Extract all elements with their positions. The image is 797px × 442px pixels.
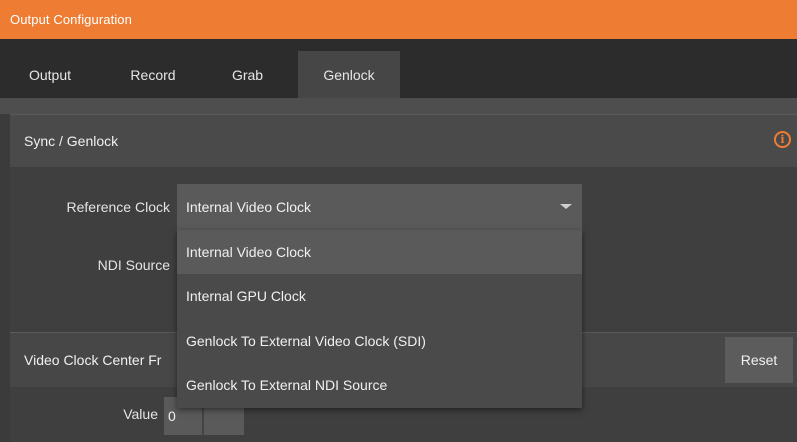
tab-genlock[interactable]: Genlock bbox=[298, 51, 400, 98]
ndi-source-label: NDI Source bbox=[97, 257, 170, 273]
chevron-down-icon bbox=[560, 204, 572, 209]
tab-content-top bbox=[0, 98, 797, 114]
reference-clock-value: Internal Video Clock bbox=[186, 199, 312, 215]
reference-clock-label: Reference Clock bbox=[66, 199, 171, 215]
section-title: Sync / Genlock bbox=[24, 133, 119, 149]
info-icon[interactable]: i bbox=[774, 131, 791, 148]
reference-clock-dropdown: Internal Video Clock Internal GPU Clock … bbox=[177, 230, 582, 408]
sync-genlock-header: Sync / Genlock i bbox=[10, 114, 797, 167]
dropdown-option-internal-gpu-clock[interactable]: Internal GPU Clock bbox=[177, 274, 582, 318]
tab-grab[interactable]: Grab bbox=[210, 51, 285, 98]
dropdown-option-internal-video-clock[interactable]: Internal Video Clock bbox=[177, 230, 582, 274]
tab-output[interactable]: Output bbox=[14, 51, 86, 98]
reset-button[interactable]: Reset bbox=[725, 337, 793, 383]
title-bar: Output Configuration bbox=[0, 0, 797, 39]
window-title: Output Configuration bbox=[10, 12, 132, 27]
video-clock-title: Video Clock Center Fr bbox=[24, 352, 162, 368]
value-label: Value bbox=[123, 406, 158, 422]
value-text: 0 bbox=[168, 408, 176, 424]
tab-strip: Output Record Grab Genlock bbox=[0, 39, 797, 98]
reference-clock-select[interactable]: Internal Video Clock bbox=[177, 184, 582, 230]
dropdown-option-genlock-sdi[interactable]: Genlock To External Video Clock (SDI) bbox=[177, 319, 582, 363]
dropdown-option-genlock-ndi[interactable]: Genlock To External NDI Source bbox=[177, 363, 582, 407]
tab-record[interactable]: Record bbox=[112, 51, 194, 98]
